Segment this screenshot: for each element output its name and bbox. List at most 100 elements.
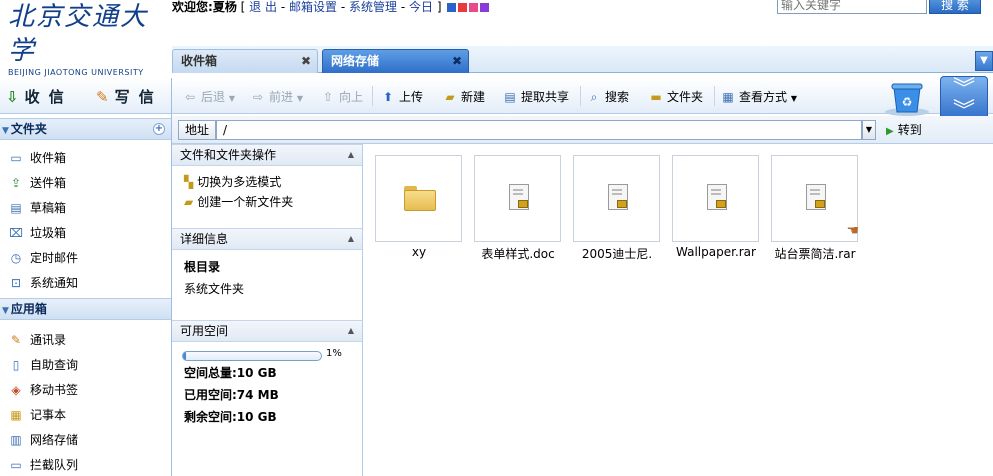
skin-purple-swatch[interactable]	[480, 3, 490, 12]
file-icon	[707, 184, 727, 210]
tab-inbox[interactable]: 收件箱 ✖	[172, 49, 318, 73]
apps-section-header[interactable]: ▼ 应用箱	[0, 298, 171, 320]
notification-icon: ⊡	[10, 276, 22, 290]
sidebar-item-label: 自助查询	[30, 358, 79, 372]
skin-red-swatch[interactable]	[458, 3, 468, 12]
new-button[interactable]: ▰ 新建	[442, 88, 485, 105]
skin-pink-swatch[interactable]	[469, 3, 479, 12]
toolbar: ⇦ 后退 ▼ ⇨ 前进 ▼ ⇧ 向上 ⬆ 上传 ▰ 新建 ▤ 提取共享 ⌕ 搜索 ▬ 文件夹 ▦…	[172, 78, 993, 114]
svg-text:♻: ♻	[902, 95, 913, 109]
back-button[interactable]: ⇦ 后退 ▼	[182, 88, 235, 105]
detail-type: 系统文件夹	[184, 282, 245, 296]
folder-icon: ▬	[650, 90, 662, 104]
file-item[interactable]	[474, 155, 561, 242]
sidebar-item-blocked-queue[interactable]: ▭ 拦截队列	[8, 455, 78, 475]
multiselect-mode-link[interactable]: ▚ 切换为多选模式	[184, 172, 281, 192]
file-icon	[806, 184, 826, 210]
university-logo: 北京交通大学 BEIJING JIAOTONG UNIVERSITY	[8, 0, 168, 77]
file-item-folder[interactable]	[375, 155, 462, 242]
sidebar-item-sent[interactable]: ⇪ 送件箱	[8, 173, 66, 193]
up-label: 向上	[339, 90, 364, 104]
section-label: 应用箱	[10, 302, 47, 316]
sidebar-item-label: 网络存储	[30, 433, 79, 447]
today-link[interactable]: 今日	[409, 0, 433, 14]
file-item[interactable]	[573, 155, 660, 242]
recycle-bin-icon[interactable]: ♻	[882, 78, 932, 116]
mail-settings-link[interactable]: 邮箱设置	[289, 0, 337, 14]
collapse-icon[interactable]: ▲	[348, 229, 354, 249]
close-icon[interactable]: ✖	[452, 50, 462, 72]
file-grid: xy 表单样式.doc 2005迪士尼. Wallpaper.rar ☚ 站台票…	[364, 144, 993, 476]
search-files-button[interactable]: ⌕ 搜索	[586, 88, 629, 105]
details-header[interactable]: 详细信息 ▲	[172, 228, 362, 250]
view-grid-icon: ▦	[722, 90, 734, 104]
skin-blue-swatch[interactable]	[447, 3, 457, 12]
file-ops-header[interactable]: 文件和文件夹操作 ▲	[172, 144, 362, 166]
view-mode-button[interactable]: ▦ 查看方式 ▼	[720, 88, 797, 105]
logo-chinese: 北京交通大学	[8, 2, 149, 66]
sidebar-item-inbox[interactable]: ▭ 收件箱	[8, 148, 66, 168]
sidebar-item-scheduled[interactable]: ◷ 定时邮件	[8, 248, 78, 268]
sidebar-item-label: 系统通知	[30, 276, 79, 290]
up-button[interactable]: ⇧ 向上	[320, 88, 363, 105]
sidebar-item-bookmarks[interactable]: ◈ 移动书签	[8, 380, 78, 400]
upload-button[interactable]: ⬆ 上传	[380, 88, 423, 105]
sidebar: ⇩ 收 信 ✎ 写 信 ▼ 文件夹 + ▭ 收件箱 ⇪ 送件箱 ▤ 草稿箱 ⌧ 垃圾箱 ◷ 定时…	[0, 78, 172, 476]
chevron-down-icon[interactable]: ▼	[862, 120, 876, 140]
tab-network-storage[interactable]: 网络存储 ✖	[322, 49, 469, 73]
file-name[interactable]: 2005迪士尼.	[567, 245, 667, 262]
sidebar-item-drafts[interactable]: ▤ 草稿箱	[8, 198, 66, 218]
system-admin-link[interactable]: 系统管理	[349, 0, 397, 14]
arrow-left-icon: ⇦	[184, 90, 196, 104]
sidebar-item-contacts[interactable]: ✎ 通讯录	[8, 330, 66, 350]
sidebar-item-label: 记事本	[30, 408, 67, 422]
sidebar-item-notifications[interactable]: ⊡ 系统通知	[8, 273, 78, 293]
space-total: 空间总量:10 GB	[184, 366, 277, 380]
folder-section-header[interactable]: ▼ 文件夹 +	[0, 118, 171, 140]
sent-icon: ⇪	[10, 176, 22, 190]
clock-icon: ◷	[10, 251, 22, 265]
panel-title: 可用空间	[180, 324, 229, 338]
chevron-down-icon: ▼	[228, 94, 235, 103]
chevron-down-icon[interactable]: ▼	[975, 51, 993, 71]
file-item-shared[interactable]: ☚	[771, 155, 859, 242]
write-mail-button[interactable]: ✎ 写 信	[96, 86, 156, 107]
forward-button[interactable]: ⇨ 前进 ▼	[250, 88, 303, 105]
file-name[interactable]: xy	[369, 245, 469, 259]
space-used: 已用空间:74 MB	[184, 388, 279, 402]
user-name: 夏杨	[212, 0, 237, 14]
space-header[interactable]: 可用空间 ▲	[172, 320, 362, 342]
logout-link[interactable]: 退 出	[249, 0, 277, 14]
goto-button[interactable]: ▶ 转到	[886, 121, 922, 141]
welcome-bar: 欢迎您:夏杨 [ 退 出 - 邮箱设置 - 系统管理 - 今日 ]	[172, 0, 490, 15]
receive-mail-button[interactable]: ⇩ 收 信	[6, 86, 66, 107]
separator: -	[280, 0, 286, 14]
create-folder-link[interactable]: ▰ 创建一个新文件夹	[184, 192, 293, 212]
file-name[interactable]: Wallpaper.rar	[666, 245, 766, 259]
file-name[interactable]: 站台票简洁.rar	[765, 245, 865, 262]
sidebar-item-label: 移动书签	[30, 383, 79, 397]
search-label: 搜索	[605, 90, 630, 104]
panel-title: 详细信息	[180, 232, 229, 246]
sidebar-item-notepad[interactable]: ▦ 记事本	[8, 405, 66, 425]
file-item[interactable]	[672, 155, 759, 242]
file-icon	[509, 184, 529, 210]
file-name[interactable]: 表单样式.doc	[468, 245, 568, 262]
close-icon[interactable]: ✖	[301, 50, 311, 72]
extract-share-button[interactable]: ▤ 提取共享	[502, 88, 569, 105]
upload-icon: ⬆	[382, 90, 394, 104]
sidebar-item-network-storage[interactable]: ▥ 网络存储	[8, 430, 78, 450]
sidebar-item-label: 拦截队列	[30, 458, 79, 472]
space-free: 剩余空间:10 GB	[184, 410, 277, 424]
add-folder-icon[interactable]: +	[153, 123, 165, 135]
collapse-icon[interactable]: ▲	[348, 145, 354, 165]
search-input[interactable]	[777, 0, 927, 14]
search-button[interactable]: 搜 索	[929, 0, 981, 14]
address-input[interactable]: /	[216, 120, 862, 140]
folder-view-button[interactable]: ▬ 文件夹	[648, 88, 703, 105]
multiselect-icon: ▚	[184, 175, 194, 189]
address-label: 地址	[178, 120, 216, 140]
collapse-icon[interactable]: ▲	[348, 321, 354, 341]
sidebar-item-self-query[interactable]: ▯ 自助查询	[8, 355, 78, 375]
sidebar-item-trash[interactable]: ⌧ 垃圾箱	[8, 223, 66, 243]
